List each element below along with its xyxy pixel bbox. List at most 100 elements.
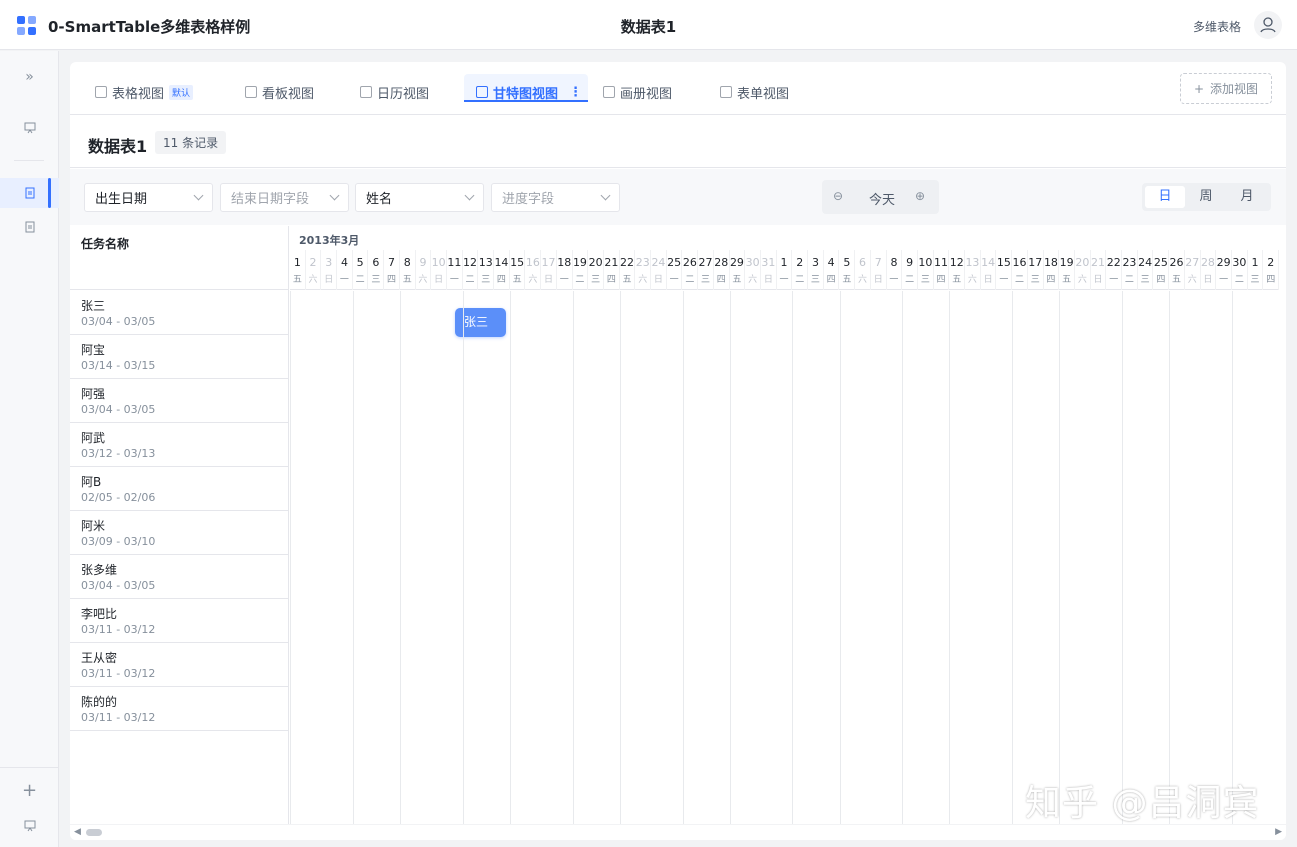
task-name: 阿宝: [81, 343, 106, 357]
tab-table-view[interactable]: 表格视图 默认: [95, 80, 194, 104]
weekday-label: 五: [952, 275, 962, 285]
task-row[interactable]: 张三 03/04 - 03/05: [70, 291, 289, 335]
task-date-range: 03/11 - 03/12: [81, 711, 156, 724]
day-header-cell: 28 日: [1201, 250, 1217, 290]
task-row[interactable]: 阿米 03/09 - 03/10: [70, 511, 289, 555]
day-header-cell: 18 一: [557, 250, 573, 290]
day-header-cell: 30 二: [1232, 250, 1248, 290]
sidebar-item-table[interactable]: [0, 212, 59, 242]
scrollbar-thumb[interactable]: [86, 829, 102, 836]
tab-calendar-view[interactable]: 日历视图: [360, 80, 429, 104]
task-row[interactable]: 阿B 02/05 - 02/06: [70, 467, 289, 511]
product-label[interactable]: 多维表格: [1193, 18, 1241, 35]
table-title: 数据表1: [88, 137, 148, 156]
grid-line: [619, 291, 621, 824]
weekday-label: 三: [920, 275, 930, 285]
day-number: 26: [1169, 256, 1184, 269]
day-number: 8: [403, 256, 411, 269]
document-icon: [25, 221, 34, 233]
tab-kanban-view[interactable]: 看板视图: [245, 80, 314, 104]
day-header-cell: 13 六: [965, 250, 981, 290]
gantt-month-row: 2013年3月: [290, 226, 1286, 250]
add-view-button[interactable]: + 添加视图: [1180, 73, 1272, 104]
weekday-label: 日: [653, 275, 663, 285]
kanban-icon: [245, 86, 257, 98]
month-label: 2013年3月: [299, 234, 360, 247]
add-table-icon[interactable]: +: [0, 775, 59, 805]
time-scale-switch: 日 周 月: [1142, 183, 1271, 211]
chevron-down-icon: [464, 190, 475, 201]
day-number: 21: [1091, 256, 1106, 269]
view-tabs: 表格视图 默认 看板视图 日历视图 甘特图视图 ⋮ 画册视图 表单视图 + 添加…: [70, 62, 1286, 115]
scale-week-button[interactable]: 周: [1186, 186, 1226, 208]
expand-sidebar-icon[interactable]: »: [0, 62, 59, 92]
weekday-label: 三: [591, 275, 601, 285]
weekday-label: 日: [873, 275, 883, 285]
task-name: 王从密: [81, 651, 118, 665]
zoom-controls: ⊖ 今天 ⊕: [822, 180, 939, 214]
horizontal-scrollbar[interactable]: ◀ ▶: [70, 824, 1286, 840]
dashboard-icon[interactable]: [0, 113, 59, 143]
task-row[interactable]: 阿宝 03/14 - 03/15: [70, 335, 289, 379]
task-column-header: 任务名称: [81, 237, 130, 251]
progress-field-select[interactable]: 进度字段: [491, 183, 620, 212]
weekday-label: 日: [324, 275, 334, 285]
day-header-cell: 24 日: [651, 250, 667, 290]
day-header-cell: 10 三: [918, 250, 934, 290]
day-number: 18: [557, 256, 572, 269]
grid-line: [462, 291, 464, 824]
day-number: 10: [431, 256, 446, 269]
tab-form-view[interactable]: 表单视图: [720, 80, 789, 104]
tab-gallery-view[interactable]: 画册视图: [603, 80, 672, 104]
plus-icon: +: [1193, 81, 1205, 96]
tab-label: 表格视图: [112, 86, 165, 102]
day-number: 7: [388, 256, 396, 269]
day-header-cell: 11 一: [447, 250, 463, 290]
calendar-icon: [360, 86, 372, 98]
day-number: 19: [1059, 256, 1074, 269]
task-row[interactable]: 王从密 03/11 - 03/12: [70, 643, 289, 687]
weekday-label: 一: [1219, 275, 1229, 285]
scale-day-button[interactable]: 日: [1145, 186, 1185, 208]
day-number: 23: [1122, 256, 1137, 269]
task-row[interactable]: 阿强 03/04 - 03/05: [70, 379, 289, 423]
task-row[interactable]: 李吧比 03/11 - 03/12: [70, 599, 289, 643]
scroll-right-icon[interactable]: ▶: [1275, 827, 1282, 837]
end-date-field-select[interactable]: 结束日期字段: [220, 183, 349, 212]
grid-line: [902, 291, 904, 824]
weekday-label: 六: [1187, 275, 1197, 285]
day-header-cell: 27 三: [698, 250, 714, 290]
name-field-select[interactable]: 姓名: [355, 183, 484, 212]
task-name: 张多维: [81, 563, 118, 577]
weekday-label: 一: [1109, 275, 1119, 285]
sidebar-item-table-active[interactable]: [0, 178, 59, 208]
user-avatar-icon[interactable]: [1254, 11, 1282, 39]
day-header-cell: 4一: [337, 250, 353, 290]
weekday-label: 二: [465, 275, 475, 285]
grid-line: [572, 291, 574, 824]
chevron-down-icon: [193, 190, 204, 201]
task-name: 张三: [81, 299, 106, 313]
day-number: 9: [419, 256, 427, 269]
more-options-icon[interactable]: ⋮: [569, 85, 582, 100]
task-row[interactable]: 陈的的 03/11 - 03/12: [70, 687, 289, 731]
scroll-left-icon[interactable]: ◀: [74, 827, 81, 837]
grid-line: [792, 291, 794, 824]
task-date-range: 02/05 - 02/06: [81, 491, 156, 504]
start-date-field-select[interactable]: 出生日期: [84, 183, 213, 212]
day-header-cell: 7日: [871, 250, 887, 290]
scale-month-button[interactable]: 月: [1227, 186, 1267, 208]
task-row[interactable]: 阿武 03/12 - 03/13: [70, 423, 289, 467]
day-number: 29: [1216, 256, 1231, 269]
day-header-cell: 2二: [792, 250, 809, 290]
zoom-in-icon[interactable]: ⊕: [915, 189, 925, 203]
task-row[interactable]: 张多维 03/04 - 03/05: [70, 555, 289, 599]
sidebar-bottom-divider: [0, 767, 59, 768]
tab-label: 甘特图视图: [493, 86, 559, 102]
weekday-label: 二: [355, 275, 365, 285]
day-header-cell: 20 三: [588, 250, 604, 290]
dashboard-bottom-icon[interactable]: [0, 811, 59, 841]
zoom-out-icon[interactable]: ⊖: [833, 189, 843, 203]
today-button[interactable]: 今天: [869, 189, 895, 208]
day-number: 16: [1012, 256, 1027, 269]
